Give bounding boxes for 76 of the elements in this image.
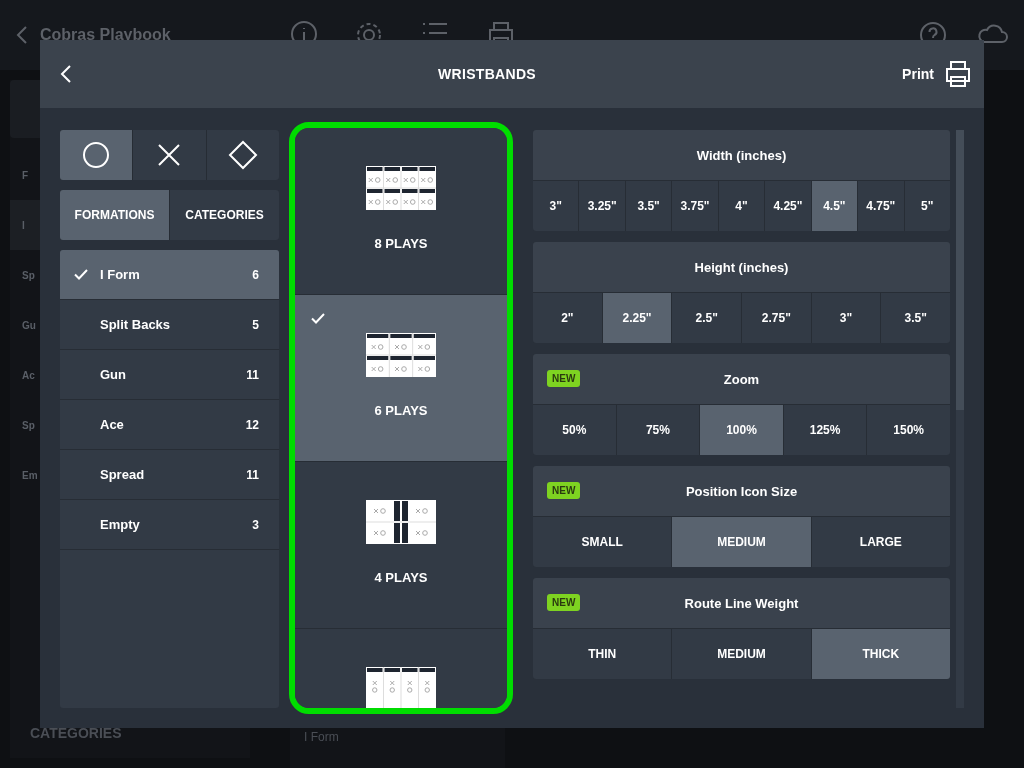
setting-option[interactable]: 4"	[718, 181, 765, 231]
setting-option[interactable]: MEDIUM	[672, 629, 811, 679]
back-icon	[60, 64, 72, 84]
formation-count: 11	[246, 467, 259, 482]
formation-count: 5	[252, 317, 259, 332]
formation-count: 12	[245, 417, 259, 432]
formation-name: Empty	[100, 517, 141, 532]
formation-name: Spread	[100, 467, 146, 482]
formation-name: Ace	[100, 417, 125, 432]
back-icon[interactable]	[16, 25, 28, 45]
setting-option[interactable]: MEDIUM	[672, 517, 811, 567]
setting-option[interactable]: 75%	[616, 405, 700, 455]
list-tab[interactable]: CATEGORIES	[170, 190, 279, 240]
categories-label: CATEGORIES	[29, 724, 123, 743]
setting-option[interactable]: 5"	[904, 181, 950, 231]
setting-option[interactable]: 100%	[700, 405, 783, 455]
setting-option[interactable]: 4.5"	[811, 181, 858, 231]
new-badge: NEW	[547, 370, 581, 387]
dialog-title: WRISTBANDS	[437, 66, 537, 82]
circle-icon	[82, 141, 111, 169]
setting-option[interactable]: 4.25"	[765, 181, 811, 231]
printer-icon	[944, 60, 972, 88]
setting-option[interactable]: 4.75"	[858, 181, 904, 231]
setting-title: Route Line Weight	[684, 595, 799, 611]
wristband-layout-icon	[366, 166, 436, 210]
setting-option[interactable]: 2"	[533, 293, 602, 343]
formation-name: Split Backs	[100, 317, 172, 332]
setting-option[interactable]: 3.5"	[881, 293, 950, 343]
layout-label: 4 PLAYS	[374, 570, 428, 585]
list-tab[interactable]: FORMATIONS	[60, 190, 169, 240]
setting-title: Height (inches)	[694, 259, 789, 275]
setting-option[interactable]: 150%	[867, 405, 950, 455]
formation-name: I Form	[100, 267, 141, 282]
wristband-layout-icon	[366, 667, 436, 708]
back-button[interactable]	[60, 64, 72, 84]
setting-option[interactable]: 50%	[533, 405, 616, 455]
new-badge: NEW	[547, 482, 581, 499]
formation-item[interactable]: I Form 6	[60, 250, 279, 300]
formation-count: 11	[246, 367, 259, 382]
setting-option[interactable]: 2.5"	[672, 293, 741, 343]
setting-option[interactable]: 3.5"	[625, 181, 672, 231]
shape-tab[interactable]	[133, 130, 206, 180]
setting-option[interactable]: LARGE	[811, 517, 950, 567]
cross-icon	[157, 143, 182, 167]
formation-count: 6	[252, 267, 259, 282]
setting-option[interactable]: 125%	[783, 405, 867, 455]
wristband-layout-icon	[366, 500, 436, 544]
formation-count: 3	[252, 517, 259, 532]
layout-label: 6 PLAYS	[374, 403, 428, 418]
layout-option[interactable]: 8 PLAYS	[295, 128, 507, 295]
shape-tab[interactable]	[60, 130, 133, 180]
cloud-icon[interactable]	[976, 22, 1008, 44]
setting-option[interactable]: THIN	[533, 629, 672, 679]
setting-title: Width (inches)	[696, 147, 787, 163]
setting-option[interactable]: SMALL	[533, 517, 672, 567]
print-button[interactable]: Print	[902, 60, 972, 88]
check-icon	[74, 269, 88, 280]
playbook-title: Cobras Playbook	[40, 26, 171, 44]
formation-name: Gun	[100, 367, 127, 382]
check-icon	[311, 313, 325, 324]
setting-option[interactable]: 2.25"	[602, 293, 672, 343]
setting-option[interactable]: 3"	[811, 293, 881, 343]
scrollbar[interactable]	[956, 130, 964, 708]
setting-option[interactable]: 3.25"	[579, 181, 625, 231]
setting-title: Zoom	[723, 371, 760, 387]
wristband-layout-icon	[366, 333, 436, 377]
layout-label: 8 PLAYS	[374, 236, 428, 251]
new-badge: NEW	[547, 594, 581, 611]
layout-option[interactable]: 6 PLAYS	[295, 295, 507, 462]
setting-option[interactable]: 2.75"	[742, 293, 811, 343]
shape-tab[interactable]	[206, 130, 279, 180]
diamond-icon	[227, 140, 258, 170]
setting-option[interactable]: 3.75"	[672, 181, 718, 231]
setting-option[interactable]: 3"	[533, 181, 579, 231]
setting-title: Position Icon Size	[685, 483, 798, 499]
setting-option[interactable]: THICK	[811, 629, 950, 679]
